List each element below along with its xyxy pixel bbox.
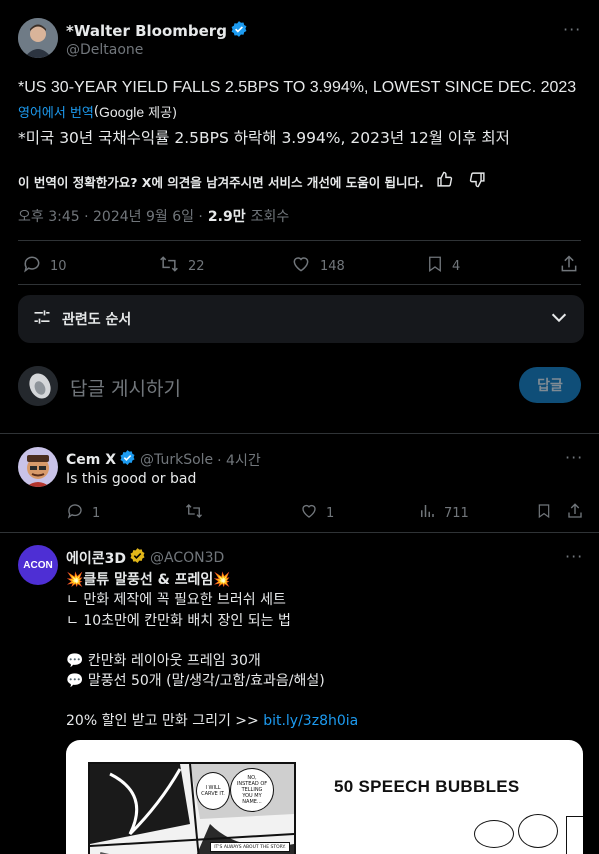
reply-input[interactable]: 답글 게시하기	[70, 374, 181, 401]
reply-share-action[interactable]	[566, 502, 584, 524]
like-count: 148	[320, 258, 345, 274]
share-icon	[559, 254, 579, 278]
ad-line	[66, 631, 576, 651]
reply-author-handle[interactable]: @TurkSole	[140, 452, 213, 468]
acon-logo-text: ACON	[23, 559, 53, 571]
ad-header: 에이콘3D @ACON3D	[66, 547, 224, 568]
ad-author-name[interactable]: 에이콘3D	[66, 548, 126, 568]
promoted-post[interactable]: ACON 에이콘3D @ACON3D ··· 💥클튜 말풍선 & 프레임💥 ㄴ …	[0, 533, 599, 854]
caption-box: IT'S ALWAYS ABOUT THE STORY.	[210, 842, 290, 852]
thumbs-down-icon[interactable]	[469, 171, 486, 192]
reply-like-action[interactable]: 1	[300, 502, 334, 524]
ad-line: ㄴ 만화 제작에 꼭 필요한 브러쉬 세트	[66, 592, 286, 609]
reply-icon	[66, 502, 84, 524]
reply-count: 10	[50, 258, 67, 274]
bubble-sample	[518, 814, 558, 848]
heart-icon	[300, 502, 318, 524]
views-count[interactable]: 2.9만	[208, 206, 246, 226]
reply-author-avatar[interactable]	[18, 447, 58, 487]
media-headline: 50 SPEECH BUBBLES	[334, 777, 520, 796]
author-name[interactable]: *Walter Bloomberg	[66, 22, 227, 40]
main-tweet: *Walter Bloomberg @Deltaone ··· *US 30-Y…	[0, 0, 599, 286]
heart-icon	[290, 254, 312, 278]
reply-reply-action[interactable]: 1	[66, 502, 100, 524]
reply-header: Cem X @TurkSole · 4시간	[66, 449, 261, 470]
panel-sample	[566, 816, 583, 854]
manga-panel-image: I WILL CARVE IT. NO, INSTEAD OF TELLING …	[88, 762, 296, 854]
sort-label: 관련도 순서	[62, 312, 132, 328]
ad-cta-line: 20% 할인 받고 만화 그리기 >> bit.ly/3z8h0ia	[66, 711, 576, 731]
views-count: 711	[444, 505, 469, 521]
speech-bubble: NO, INSTEAD OF TELLING YOU MY NAME...	[230, 768, 274, 812]
author-name-row: *Walter Bloomberg	[66, 20, 248, 42]
acon-avatar[interactable]: ACON	[18, 545, 58, 585]
translated-from-link[interactable]: 영어에서 번역	[18, 102, 94, 121]
retweet-count: 22	[188, 258, 205, 274]
provider-close: 제공)	[148, 106, 178, 121]
reply-composer: 답글 게시하기 답글	[0, 352, 599, 432]
reply-tweet[interactable]: Cem X @TurkSole · 4시간 ··· Is this good o…	[0, 434, 599, 532]
verified-badge-icon	[230, 20, 248, 42]
ad-author-handle[interactable]: @ACON3D	[150, 550, 224, 566]
like-action[interactable]: 148	[290, 254, 345, 278]
translation-feedback: 이 번역이 정확한가요? X에 의견을 남겨주시면 서비스 개선에 도움이 됩니…	[18, 171, 486, 192]
reply-author-name[interactable]: Cem X	[66, 452, 116, 468]
sort-dropdown[interactable]: 관련도 순서	[18, 295, 584, 343]
author-handle[interactable]: @Deltaone	[66, 42, 143, 58]
ad-line: 💬 말풍선 50개 (말/생각/고함/효과음/해설)	[66, 673, 325, 690]
verified-badge-icon	[119, 449, 136, 470]
translation-attribution: 영어에서 번역 ( Google 제공)	[18, 102, 178, 122]
ad-line: 💬 칸만화 레이아웃 프레임 30개	[66, 652, 261, 669]
more-options-icon[interactable]: ···	[563, 20, 581, 39]
tweet-meta: 오후 3:45 · 2024년 9월 6일 · 2.9만 조회수	[18, 206, 289, 226]
share-icon	[566, 502, 584, 524]
speech-bubble-text: I WILL CARVE IT.	[201, 785, 225, 797]
reply-count: 1	[92, 505, 101, 521]
retweet-icon	[184, 502, 204, 524]
speech-bubble: I WILL CARVE IT.	[196, 772, 230, 810]
speech-bubble-text: NO, INSTEAD OF TELLING YOU MY NAME...	[236, 775, 268, 805]
bookmark-icon	[536, 502, 552, 524]
author-avatar[interactable]	[18, 18, 58, 58]
more-options-icon[interactable]: ···	[565, 547, 583, 566]
reply-submit-button[interactable]: 답글	[519, 367, 581, 403]
reply-time[interactable]: · 4시간	[217, 450, 261, 470]
ad-line	[66, 691, 576, 711]
thumbs-up-icon[interactable]	[436, 171, 453, 192]
verified-gold-badge-icon	[129, 547, 146, 568]
my-avatar[interactable]	[18, 366, 58, 406]
bookmark-icon	[426, 254, 444, 278]
more-options-icon[interactable]: ···	[565, 448, 583, 467]
reply-retweet-action[interactable]	[184, 502, 212, 524]
translated-text: *미국 30년 국채수익률 2.5BPS 하락해 3.994%, 2023년 1…	[18, 129, 510, 147]
ad-link[interactable]: bit.ly/3z8h0ia	[263, 713, 358, 729]
ad-line: 💥클튜 말풍선 & 프레임💥	[66, 572, 231, 588]
ad-body: 💥클튜 말풍선 & 프레임💥 ㄴ 만화 제작에 꼭 필요한 브러쉬 세트 ㄴ 1…	[66, 570, 576, 732]
chevron-down-icon	[548, 306, 570, 332]
ad-media-card[interactable]: I WILL CARVE IT. NO, INSTEAD OF TELLING …	[66, 740, 583, 854]
google-logo: Google	[98, 103, 145, 120]
reply-icon	[22, 254, 42, 278]
bubble-sample	[474, 820, 514, 848]
bookmark-count: 4	[452, 258, 461, 274]
timestamp[interactable]: 오후 3:45 · 2024년 9월 6일 ·	[18, 206, 203, 226]
bookmark-action[interactable]: 4	[426, 254, 460, 278]
retweet-action[interactable]: 22	[158, 254, 205, 278]
tweet-text: *US 30-YEAR YIELD FALLS 2.5BPS TO 3.994%…	[18, 79, 577, 96]
ad-line: 20% 할인 받고 만화 그리기 >>	[66, 713, 259, 730]
retweet-icon	[158, 254, 180, 278]
reply-views-action[interactable]: 711	[418, 502, 469, 524]
caption-text: IT'S ALWAYS ABOUT THE STORY.	[214, 844, 286, 850]
ad-line: ㄴ 10초만에 칸만화 배치 장인 되는 법	[66, 612, 291, 629]
feedback-prompt: 이 번역이 정확한가요? X에 의견을 남겨주시면 서비스 개선에 도움이 됩니…	[18, 175, 424, 190]
reply-text: Is this good or bad	[66, 471, 197, 487]
views-label: 조회수	[250, 209, 290, 225]
share-action[interactable]	[559, 254, 579, 278]
reply-action[interactable]: 10	[22, 254, 67, 278]
reply-bookmark-action[interactable]	[536, 502, 552, 524]
like-count: 1	[326, 505, 335, 521]
sliders-icon	[32, 307, 52, 331]
analytics-icon	[418, 502, 436, 524]
